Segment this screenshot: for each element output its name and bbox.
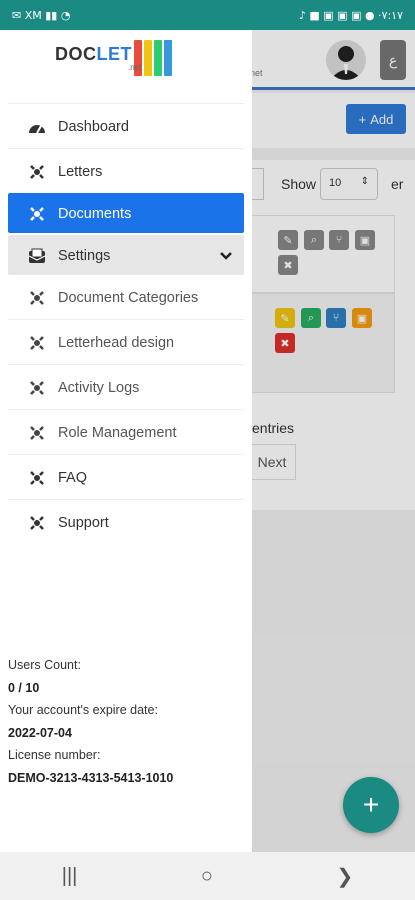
menu-item-documents[interactable]: Documents [8, 193, 244, 233]
drawer-scrim[interactable] [252, 30, 415, 852]
settings-icon [28, 247, 46, 265]
faq-icon [28, 469, 46, 487]
home-button[interactable]: ○ [201, 865, 213, 888]
plus-icon: + [362, 789, 380, 820]
menu-item-label: Letterhead design [58, 334, 175, 351]
back-button[interactable]: ❯ [336, 864, 353, 889]
users-count-value: 0 / 10 [8, 680, 40, 695]
menu-item-label: Activity Logs [58, 379, 140, 396]
menu-item-settings[interactable]: Settings [8, 235, 244, 275]
add-fab-button[interactable]: + [343, 777, 399, 833]
menu-item-document-categories[interactable]: Document Categories [8, 277, 244, 317]
menu-item-support[interactable]: Support [8, 502, 244, 542]
menu-item-label: Settings [58, 247, 111, 264]
menu-item-faq[interactable]: FAQ [8, 457, 244, 497]
expire-date-label: Your account's expire date: [8, 703, 158, 718]
status-left: ✉ XM ▮▮ ◔ [12, 8, 71, 22]
users-count-label: Users Count: [8, 658, 81, 672]
menu-item-label: Role Management [58, 424, 177, 441]
menu-item-dashboard[interactable]: Dashboard [8, 106, 244, 146]
drawer-menu: Dashboard Letters Documents Settings Doc… [0, 103, 252, 544]
letters-icon [28, 163, 46, 181]
menu-item-label: Documents [58, 205, 132, 222]
role-icon [28, 424, 46, 442]
navigation-drawer: DOCLET .net Dashboard Letters Documents … [0, 30, 252, 852]
dashboard-icon [28, 118, 46, 136]
system-nav-bar: ||| ○ ❯ [0, 852, 415, 900]
menu-item-letters[interactable]: Letters [8, 151, 244, 191]
menu-item-label: Dashboard [58, 118, 129, 135]
recent-apps-button[interactable]: ||| [62, 865, 78, 888]
menu-item-letterhead-design[interactable]: Letterhead design [8, 322, 244, 362]
status-right: ♪ ■ ▣ ▣ ▣ ● ·٧:١٧ [298, 8, 403, 22]
chevron-down-icon [220, 248, 232, 266]
documents-icon [28, 205, 46, 223]
menu-item-activity-logs[interactable]: Activity Logs [8, 367, 244, 407]
brand-text: DOCLET [55, 44, 132, 64]
expire-date-value: 2022-07-04 [8, 725, 72, 740]
license-label: License number: [8, 748, 101, 763]
categories-icon [28, 289, 46, 307]
status-bar: ✉ XM ▮▮ ◔ ♪ ■ ▣ ▣ ▣ ● ·٧:١٧ [0, 0, 415, 30]
menu-item-label: FAQ [58, 469, 88, 486]
menu-item-label: Letters [58, 163, 103, 180]
menu-item-label: Document Categories [58, 289, 199, 306]
letterhead-icon [28, 334, 46, 352]
menu-item-label: Support [58, 514, 109, 531]
license-value: DEMO-3213-4313-5413-1010 [8, 770, 174, 785]
brand-logo: DOCLET [55, 40, 172, 88]
menu-item-role-management[interactable]: Role Management [8, 412, 244, 452]
support-icon [28, 514, 46, 532]
activity-logs-icon [28, 379, 46, 397]
brand-suffix: .net [128, 63, 142, 72]
account-info: Users Count: 0 / 10 Your account's expir… [8, 654, 248, 790]
